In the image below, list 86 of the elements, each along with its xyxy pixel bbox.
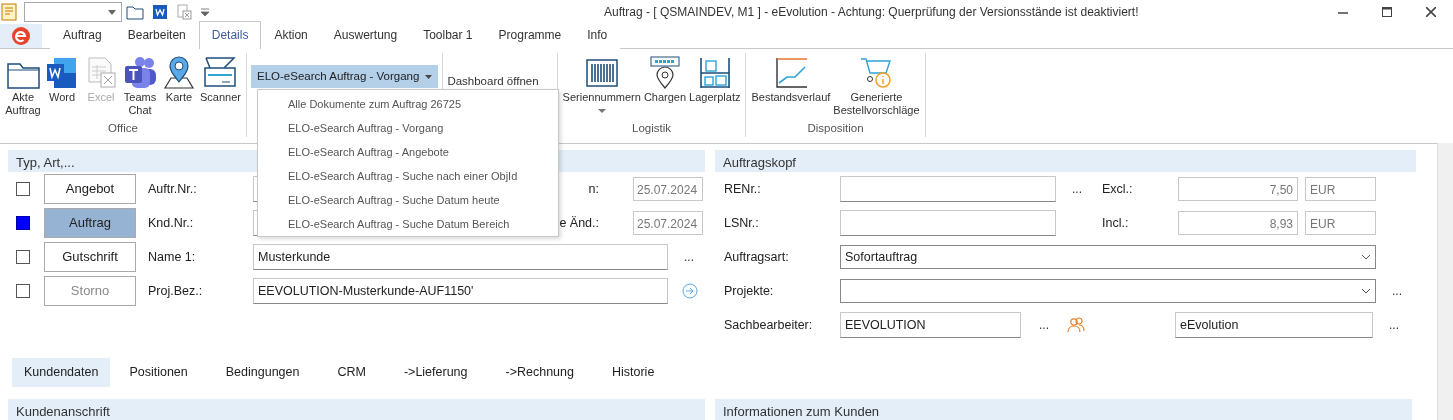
more-button[interactable]: ... — [684, 248, 694, 266]
ribbon-button[interactable]: Lagerplatz — [688, 53, 742, 120]
date-field[interactable]: 25.07.2024 — [633, 211, 703, 235]
date-field[interactable]: 25.07.2024 — [633, 177, 703, 201]
amount-field[interactable]: 8,93 — [1178, 211, 1298, 235]
logo-icon — [11, 26, 31, 46]
input-field[interactable]: eEvolution — [1175, 312, 1373, 338]
menu-item[interactable]: ELO-eSearch Auftrag - Suche Datum heute — [258, 187, 558, 211]
tab[interactable]: ->Lieferung — [384, 358, 487, 387]
amount-field[interactable]: 7,50 — [1178, 177, 1298, 201]
tab[interactable]: Kundendaten — [12, 358, 111, 387]
ribbon-button[interactable]: Generierte Bestellvorschläge — [832, 53, 921, 120]
field-label: Sachbearbeiter: — [724, 316, 814, 334]
field-label: Excl.: — [1102, 180, 1134, 198]
teams-icon — [122, 55, 158, 91]
app-icon — [0, 2, 18, 21]
type-button[interactable]: Angebot — [44, 174, 136, 204]
section-header: Kundenanschrift — [8, 398, 705, 420]
word-icon[interactable] — [152, 3, 168, 20]
currency-field[interactable]: EUR — [1305, 211, 1376, 235]
checkbox[interactable] — [16, 250, 30, 264]
type-button[interactable]: Gutschrift — [44, 242, 136, 272]
people-icon[interactable] — [1067, 317, 1085, 333]
ribbon-tab[interactable]: Details — [198, 21, 262, 49]
more-button[interactable]: ... — [1072, 180, 1102, 198]
tab[interactable]: CRM — [318, 358, 385, 387]
field-label: Proj.Bez.: — [148, 282, 204, 300]
map-pin-icon — [161, 55, 197, 91]
field-label: Incl.: — [1102, 214, 1130, 232]
window-title: Auftrag - [ QSMAINDEV, M1 ] - eEvolution - Achtung: Querprüfung der Versionsstände ist deaktiviert! — [604, 3, 1139, 21]
input-field[interactable]: Musterkunde — [253, 244, 668, 270]
more-button[interactable]: ... — [1389, 316, 1400, 334]
checkbox[interactable] — [16, 216, 30, 230]
field-label: RENr.: — [724, 180, 762, 198]
input-field[interactable] — [840, 210, 1056, 236]
group-label: Disposition — [806, 120, 865, 136]
ribbon-button[interactable]: Karte — [160, 53, 198, 120]
panel-header: Auftragskopf — [715, 150, 1416, 172]
dropdown-field[interactable]: Sofortauftrag — [840, 245, 1376, 269]
maximize-icon[interactable] — [1382, 6, 1392, 17]
customize-icon[interactable] — [200, 6, 210, 17]
ribbon-button[interactable]: Teams Chat — [121, 53, 159, 120]
input-field[interactable] — [840, 176, 1056, 202]
close-icon[interactable] — [1426, 6, 1436, 17]
type-button[interactable]: Auftrag — [44, 208, 136, 238]
field-label: Auftr.Nr.: — [148, 180, 198, 198]
field-label: Name 1: — [148, 248, 197, 266]
scrollbar[interactable] — [1437, 143, 1453, 420]
more-button[interactable]: ... — [1392, 282, 1402, 300]
spreadsheet-icon[interactable] — [176, 3, 192, 20]
ribbon-button[interactable]: Seriennummern — [561, 53, 642, 120]
field-label: Projekte: — [724, 282, 775, 300]
menu-item[interactable]: ELO-eSearch Auftrag - Suche Datum Bereich — [258, 211, 558, 235]
tab[interactable]: ->Rechnung — [486, 358, 593, 387]
field-label: Knd.Nr.: — [148, 214, 195, 232]
arrow-circle-icon[interactable] — [682, 283, 698, 299]
field-label: e Änd.: — [559, 214, 599, 232]
caret-icon[interactable] — [108, 9, 116, 15]
input-field[interactable]: EEVOLUTION — [840, 312, 1021, 338]
group-label: Logistik — [631, 120, 673, 136]
ribbon-button[interactable]: Akte Auftrag — [4, 53, 42, 120]
tab[interactable]: Historie — [592, 358, 674, 387]
ribbon-button[interactable]: Scanner — [199, 53, 242, 120]
tab[interactable]: Bedingungen — [206, 358, 319, 387]
currency-field[interactable]: EUR — [1305, 177, 1376, 201]
checkbox[interactable] — [16, 182, 30, 196]
field-label: LSNr.: — [724, 214, 760, 232]
dropdown-field[interactable] — [840, 279, 1376, 303]
chevron-down-icon — [1361, 288, 1371, 294]
caret-icon — [425, 74, 433, 79]
section-header: Informationen zum Kunden — [715, 398, 1412, 420]
ribbon-button[interactable]: Bestandsverlauf — [750, 53, 832, 120]
ribbon-button[interactable]: Word — [43, 53, 81, 120]
menu-item[interactable]: Alle Dokumente zum Auftrag 26725 — [258, 91, 558, 115]
caret-icon — [597, 109, 606, 114]
ribbon-button[interactable]: Chargen — [642, 53, 688, 120]
field-label: n: — [588, 180, 599, 198]
more-button[interactable]: ... — [1039, 316, 1049, 334]
combo-field[interactable] — [24, 1, 122, 22]
tab[interactable]: Positionen — [110, 358, 207, 387]
field-label: Auftragsart: — [724, 248, 790, 266]
dropdown-value: Sofortauftrag — [845, 248, 918, 266]
chevron-down-icon — [1361, 254, 1371, 260]
group-label: Office — [107, 120, 139, 136]
menu-item[interactable]: ELO-eSearch Auftrag - Vorgang — [258, 115, 558, 139]
dropdown-button[interactable]: ELO-eSearch Auftrag - Vorgang — [251, 65, 439, 88]
